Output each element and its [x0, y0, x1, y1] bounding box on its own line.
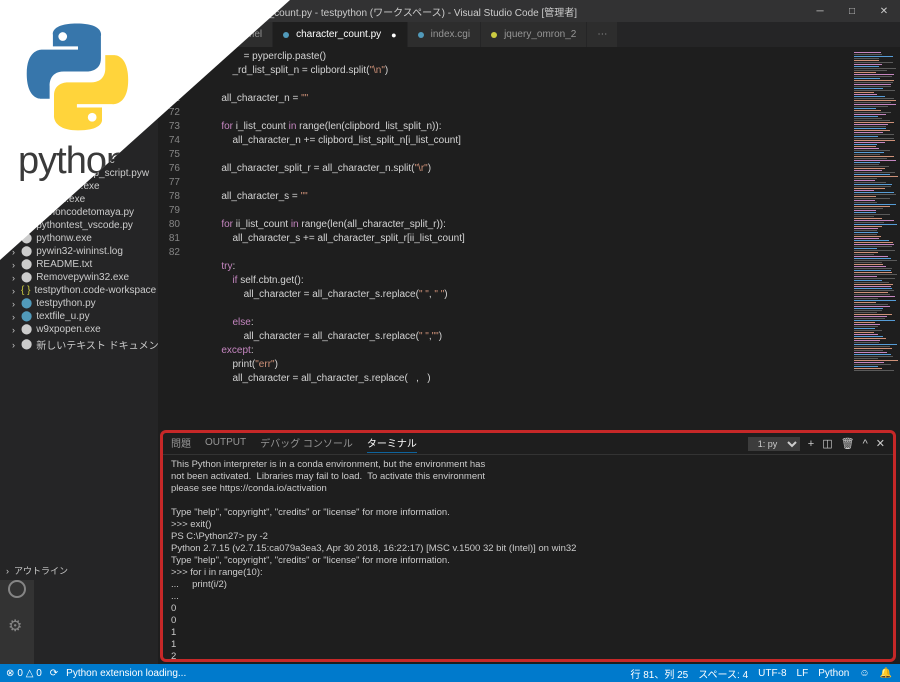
status-sync[interactable]: ⟳: [50, 668, 58, 679]
terminal-selector[interactable]: 1: py: [748, 437, 800, 451]
panel-tab-1[interactable]: OUTPUT: [205, 437, 246, 450]
file-item[interactable]: ›⬤ testpython.py: [0, 297, 158, 310]
status-ln-col[interactable]: 行 81、列 25: [630, 666, 688, 681]
minimize-button[interactable]: ─: [804, 0, 836, 22]
file-item[interactable]: ›⬤ README.txt: [0, 258, 158, 271]
file-item[interactable]: ›{ } testpython.code-workspace: [0, 284, 158, 297]
code-editor[interactable]: 686970717273747576777879808182 = pypercl…: [158, 48, 900, 428]
status-spaces[interactable]: スペース: 4: [698, 666, 748, 681]
file-item[interactable]: ›⬤ Removepywin32.exe: [0, 271, 158, 284]
tab-jquery_omron_2[interactable]: jquery_omron_2: [481, 22, 587, 47]
status-language[interactable]: Python: [818, 668, 849, 679]
file-item[interactable]: ›⬤ textfile_u.py: [0, 310, 158, 323]
tab-index.cgi[interactable]: index.cgi: [408, 22, 481, 47]
python-icon: [18, 18, 138, 138]
status-feedback-icon[interactable]: ☺: [859, 668, 869, 679]
terminal-panel: 問題OUTPUTデバッグ コンソールターミナル 1: py + ◫ 🗑 ^ ✕ …: [160, 430, 896, 662]
file-item[interactable]: ›⬤ 新しいテキスト ドキュメント.txt: [0, 336, 158, 353]
account-icon[interactable]: [8, 580, 26, 598]
terminal-output[interactable]: This Python interpreter is in a conda en…: [163, 455, 893, 659]
gear-icon[interactable]: ⚙: [8, 616, 26, 634]
panel-tab-0[interactable]: 問題: [171, 435, 191, 452]
code-text[interactable]: = pyperclip.paste() _rd_list_split_n = c…: [188, 48, 852, 428]
status-bar: ⊗ 0 △ 0 ⟳ Python extension loading... 行 …: [0, 664, 900, 682]
more-tabs[interactable]: ⋯: [587, 22, 618, 47]
outline-header[interactable]: ›アウトライン: [0, 561, 158, 580]
maximize-panel-icon[interactable]: ^: [863, 438, 868, 450]
panel-tab-3[interactable]: ターミナル: [367, 435, 417, 453]
file-item[interactable]: ›⬤ pywin32-wininst.log: [0, 245, 158, 258]
status-bell-icon[interactable]: 🔔: [880, 668, 892, 679]
status-loading: Python extension loading...: [66, 668, 186, 679]
tab-character_count.py[interactable]: character_count.py●: [273, 22, 408, 47]
close-panel-icon[interactable]: ✕: [876, 437, 885, 450]
trash-icon[interactable]: 🗑: [841, 437, 855, 450]
close-button[interactable]: ✕: [868, 0, 900, 22]
new-terminal-icon[interactable]: +: [808, 438, 814, 450]
status-eol[interactable]: LF: [797, 668, 809, 679]
split-terminal-icon[interactable]: ◫: [822, 437, 832, 450]
activity-bar: ⚙: [0, 580, 34, 664]
status-problems[interactable]: ⊗ 0 △ 0: [6, 668, 42, 679]
maximize-button[interactable]: □: [836, 0, 868, 22]
status-encoding[interactable]: UTF-8: [758, 668, 786, 679]
minimap[interactable]: [852, 48, 900, 428]
file-item[interactable]: ›⬤ w9xpopen.exe: [0, 323, 158, 336]
panel-tab-2[interactable]: デバッグ コンソール: [260, 435, 353, 452]
terminal-actions: 1: py + ◫ 🗑 ^ ✕: [748, 437, 885, 451]
panel-tabs: 問題 OUTPUT デバッグ コンソールターミナル 1: py + ◫ 🗑 ^ ✕: [163, 433, 893, 455]
